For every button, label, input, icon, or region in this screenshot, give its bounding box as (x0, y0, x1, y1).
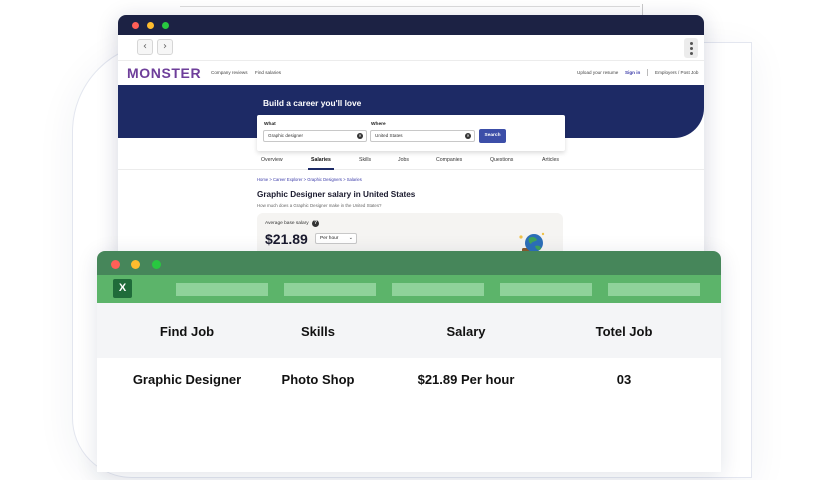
sign-in-link[interactable]: Sign in (625, 70, 640, 75)
monster-logo[interactable]: MONSTER (127, 65, 201, 81)
maximize-window-dot[interactable] (162, 22, 169, 29)
minimize-window-dot[interactable] (131, 260, 140, 269)
clear-icon[interactable]: ✕ (357, 133, 363, 139)
what-input-value: Graphic designer (268, 133, 303, 138)
minimize-window-dot[interactable] (147, 22, 154, 29)
spreadsheet-titlebar (97, 251, 721, 275)
ribbon-placeholder[interactable] (176, 283, 268, 296)
ribbon-placeholder[interactable] (284, 283, 376, 296)
page-title: Graphic Designer salary in United States (257, 190, 416, 199)
table-header-row: Find Job Skills Salary Totel Job (97, 303, 721, 358)
company-reviews-link[interactable]: Company reviews (211, 70, 248, 75)
ribbon-placeholder[interactable] (608, 283, 700, 296)
cell-skill[interactable]: Photo Shop (282, 372, 355, 387)
employers-link[interactable]: Employers / Post Job (655, 70, 698, 75)
find-salaries-link[interactable]: Find salaries (255, 70, 281, 75)
tab-overview[interactable]: Overview (261, 157, 283, 163)
where-input[interactable]: United States ✕ (370, 130, 475, 142)
help-icon[interactable]: ? (312, 220, 319, 227)
decorative-line (180, 6, 640, 7)
tab-articles[interactable]: Articles (542, 157, 559, 163)
excel-logo-icon: X (113, 279, 132, 298)
upload-resume-link[interactable]: Upload your resume (577, 70, 618, 75)
tab-jobs[interactable]: Jobs (398, 157, 409, 163)
search-button[interactable]: Search (479, 129, 506, 143)
period-select-value: Per hour (320, 236, 339, 241)
what-input[interactable]: Graphic designer ✕ (263, 130, 367, 142)
spreadsheet-window: X Find Job Skills Salary Totel Job Graph… (97, 251, 721, 472)
chevron-right-icon[interactable]: › (157, 39, 173, 55)
ribbon-placeholder[interactable] (500, 283, 592, 296)
period-select[interactable]: Per hour ⌄ (315, 233, 357, 244)
clear-icon[interactable]: ✕ (465, 133, 471, 139)
tab-questions[interactable]: Questions (490, 157, 513, 163)
tab-companies[interactable]: Companies (436, 157, 462, 163)
kebab-icon[interactable] (684, 38, 698, 58)
maximize-window-dot[interactable] (152, 260, 161, 269)
browser-navbar: ‹ › (118, 35, 704, 61)
breadcrumb[interactable]: Home > Career Explorer > Graphic Designe… (257, 177, 362, 182)
close-window-dot[interactable] (132, 22, 139, 29)
tab-skills[interactable]: Skills (359, 157, 371, 163)
close-window-dot[interactable] (111, 260, 120, 269)
search-card: What Where Graphic designer ✕ United Sta… (257, 115, 565, 151)
chevron-down-icon: ⌄ (348, 235, 353, 241)
header-salary[interactable]: Salary (446, 324, 485, 339)
section-tabs: Overview Salaries Skills Jobs Companies … (118, 154, 704, 170)
average-salary-value: $21.89 (265, 231, 308, 247)
header-divider (647, 69, 648, 76)
hero-title: Build a career you'll love (263, 98, 362, 108)
chevron-left-icon[interactable]: ‹ (137, 39, 153, 55)
what-label: What (264, 122, 276, 127)
average-salary-label: Average base salary (265, 221, 309, 226)
tab-salaries[interactable]: Salaries (308, 157, 334, 170)
browser-titlebar (118, 15, 704, 35)
cell-job-title[interactable]: Graphic Designer (133, 372, 241, 387)
header-find-job[interactable]: Find Job (160, 324, 214, 339)
header-skills[interactable]: Skills (301, 324, 335, 339)
site-header: MONSTER Company reviews Find salaries Up… (118, 61, 704, 85)
cell-salary[interactable]: $21.89 Per hour (418, 372, 515, 387)
ribbon-placeholder[interactable] (392, 283, 484, 296)
where-label: Where (371, 122, 386, 127)
page-subtitle: How much does a Graphic Designer make in… (257, 203, 382, 208)
cell-job-count[interactable]: 03 (617, 372, 631, 387)
header-total-job[interactable]: Totel Job (596, 324, 653, 339)
browser-window: ‹ › MONSTER Company reviews Find salarie… (118, 15, 704, 265)
spreadsheet-ribbon: X (97, 275, 721, 303)
table-row: Graphic Designer Photo Shop $21.89 Per h… (97, 358, 721, 418)
where-input-value: United States (375, 133, 403, 138)
